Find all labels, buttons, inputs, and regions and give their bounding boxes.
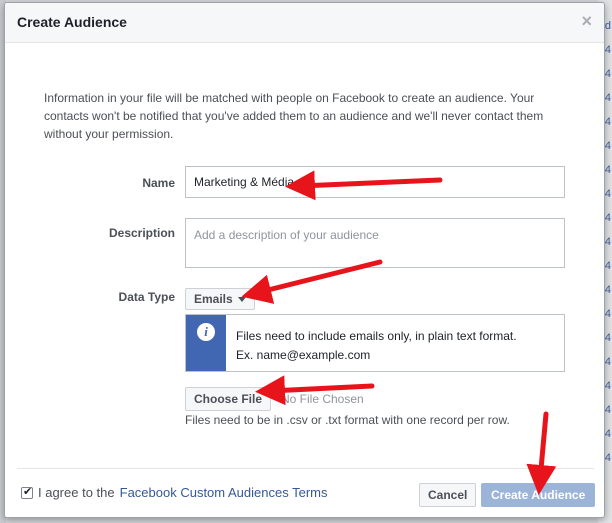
data-type-value: Emails — [194, 292, 233, 306]
agree-terms-row: I agree to the Facebook Custom Audiences… — [21, 485, 328, 500]
intro-text: Information in your file will be matched… — [44, 91, 544, 141]
info-icon: i — [197, 323, 215, 341]
file-format-hint: Files need to be in .csv or .txt format … — [185, 413, 510, 427]
dialog-title: Create Audience — [17, 14, 127, 30]
caret-down-icon — [237, 296, 246, 302]
name-input[interactable]: Marketing & Média — [185, 166, 565, 198]
terms-link[interactable]: Facebook Custom Audiences Terms — [120, 485, 328, 500]
info-stripe: i — [186, 315, 226, 371]
footer-divider — [17, 468, 594, 469]
no-file-chosen-text: No File Chosen — [281, 392, 364, 406]
info-line-1: Files need to include emails only, in pl… — [236, 329, 517, 343]
info-box: i Files need to include emails only, in … — [185, 314, 565, 372]
close-icon[interactable]: × — [581, 12, 592, 30]
create-audience-dialog: Create Audience × Information in your fi… — [4, 2, 605, 518]
description-label: Description — [108, 226, 175, 240]
choose-file-button[interactable]: Choose File — [185, 387, 272, 411]
create-audience-button[interactable]: Create Audience — [481, 483, 596, 507]
cancel-button[interactable]: Cancel — [419, 483, 477, 507]
data-type-label: Data Type — [118, 290, 175, 304]
name-label: Name — [142, 176, 175, 190]
agree-text: I agree to the — [38, 485, 115, 500]
description-input[interactable] — [185, 218, 565, 268]
agree-checkbox[interactable] — [21, 485, 33, 499]
dialog-header: Create Audience × — [5, 3, 604, 43]
info-text: Files need to include emails only, in pl… — [236, 327, 517, 365]
info-line-2: Ex. name@example.com — [236, 348, 371, 362]
data-type-dropdown[interactable]: Emails — [185, 288, 255, 310]
